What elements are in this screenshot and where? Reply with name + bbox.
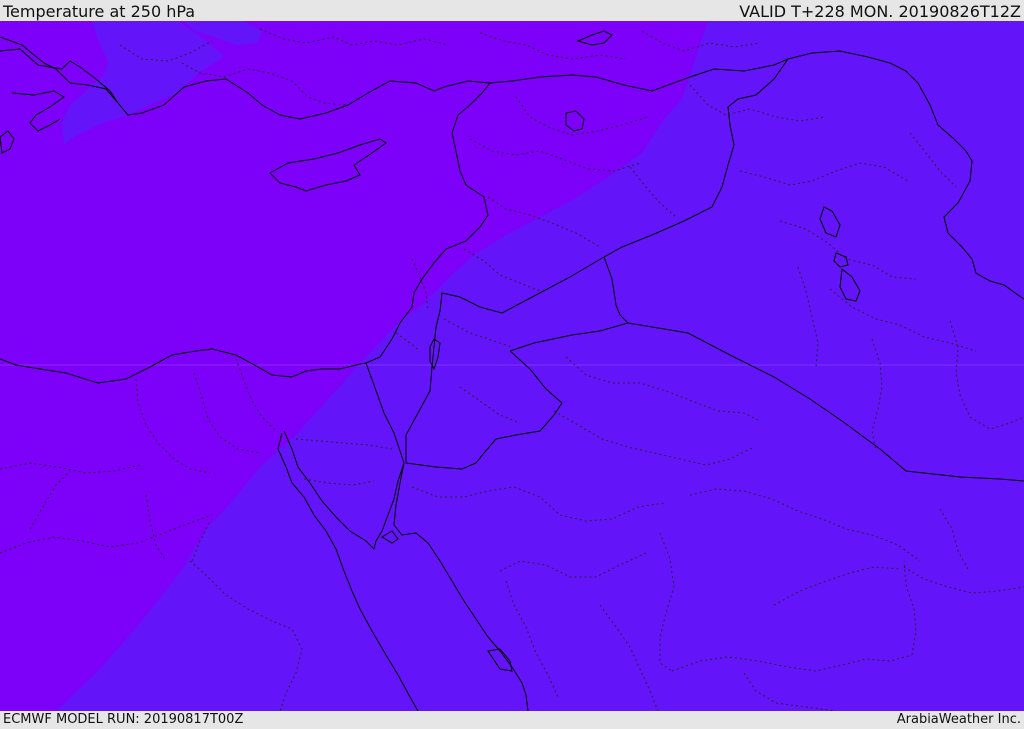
weather-map-page: Temperature at 250 hPa VALID T+228 MON. … — [0, 0, 1024, 729]
valid-time-label: VALID T+228 MON. 20190826T12Z — [739, 2, 1021, 21]
map-footer: ECMWF MODEL RUN: 20190817T00Z ArabiaWeat… — [0, 711, 1024, 729]
map-area — [0, 21, 1024, 711]
map-title: Temperature at 250 hPa — [3, 2, 196, 21]
map-header: Temperature at 250 hPa VALID T+228 MON. … — [0, 0, 1024, 21]
temperature-map — [0, 21, 1024, 711]
credit-label: ArabiaWeather Inc. — [896, 712, 1021, 727]
model-run-label: ECMWF MODEL RUN: 20190817T00Z — [3, 712, 244, 727]
